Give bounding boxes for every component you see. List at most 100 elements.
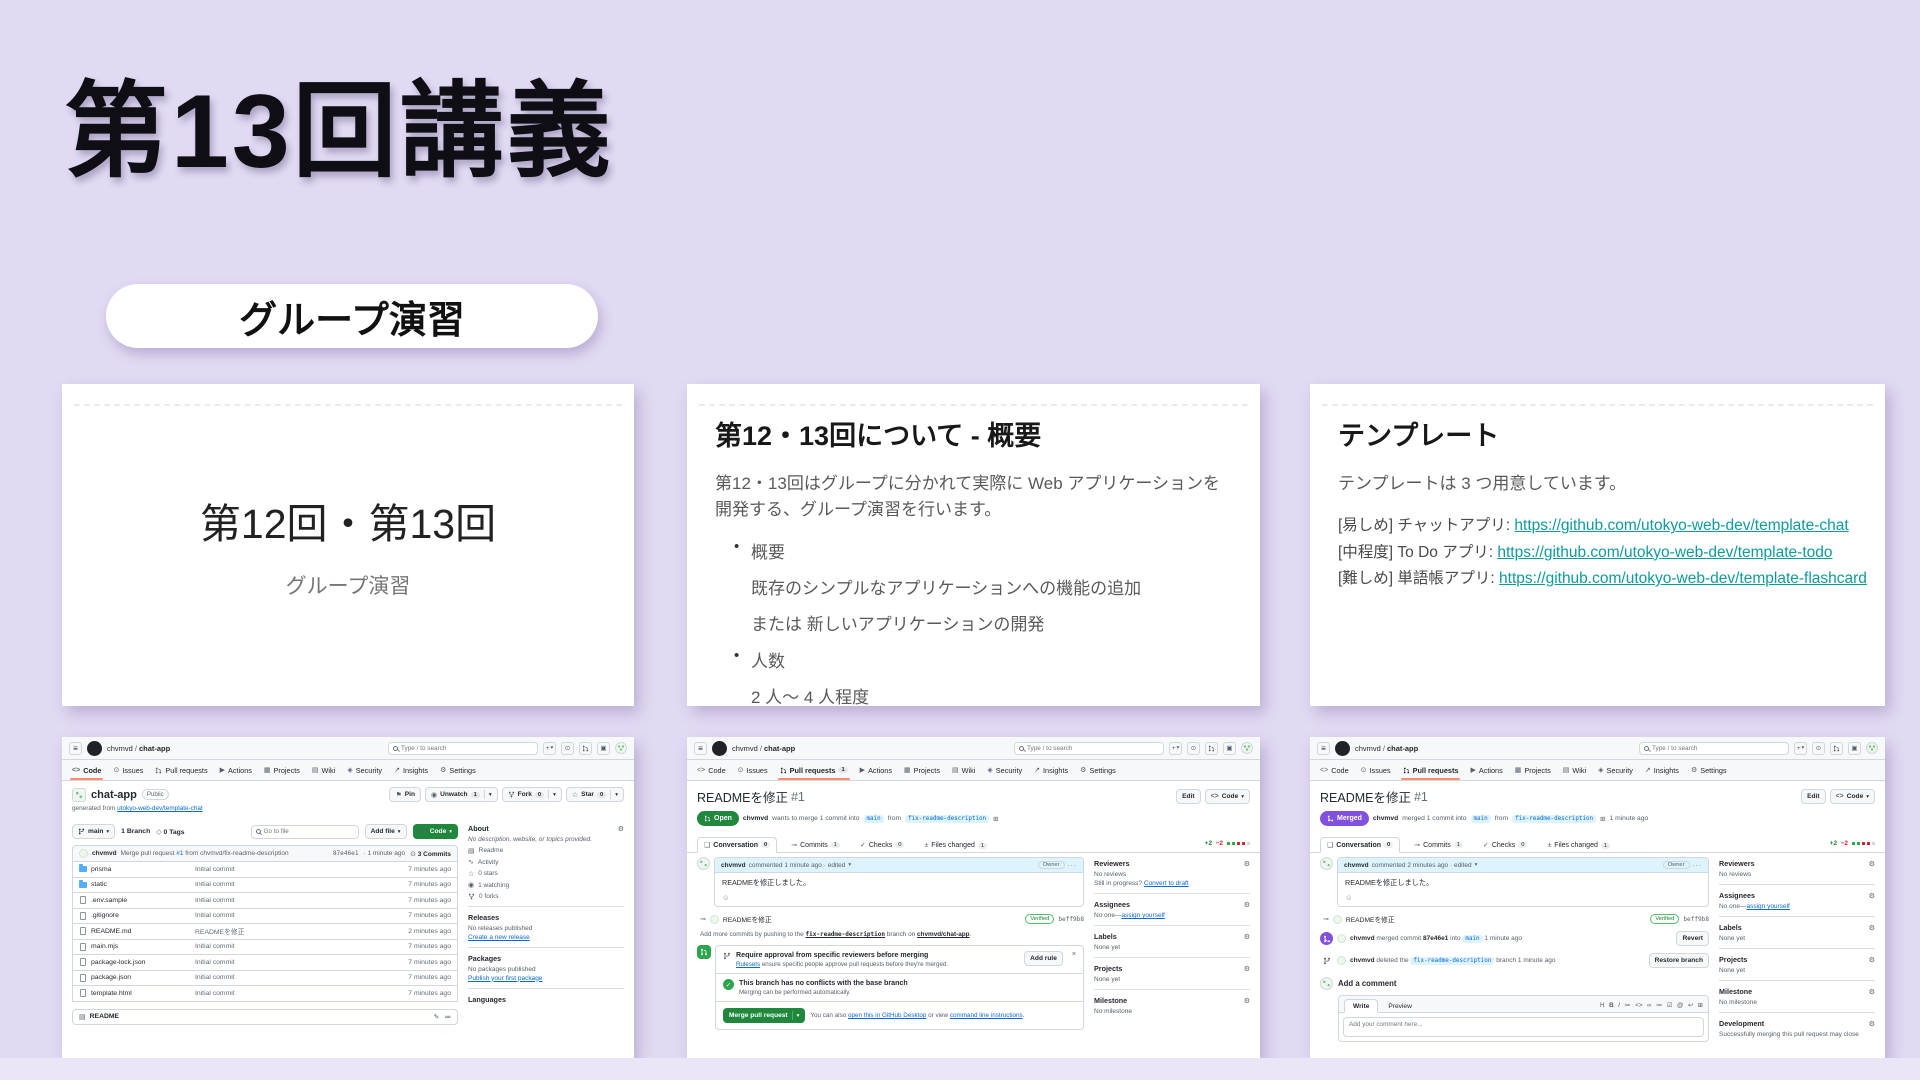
table-row[interactable]: package.jsonInitial commit7 minutes ago — [72, 971, 458, 987]
tab-issues[interactable]: ⊙Issues — [738, 760, 768, 780]
tab-commits[interactable]: ⊸Commits1 — [785, 838, 846, 852]
tab-issues[interactable]: ⊙Issues — [1361, 760, 1391, 780]
github-desktop-link[interactable]: open this in GitHub Desktop — [848, 1012, 926, 1019]
kebab-menu-icon[interactable]: ··· — [1693, 862, 1703, 869]
tab-pull-requests[interactable]: Pull requests — [155, 760, 207, 780]
code-button[interactable]: <>Code▾ — [1205, 789, 1250, 804]
hamburger-icon[interactable]: ≡ — [69, 742, 82, 755]
user-avatar[interactable] — [615, 742, 627, 754]
tab-code[interactable]: <>Code — [1320, 760, 1349, 780]
watching-link[interactable]: ◉1 watching — [468, 881, 624, 889]
code-button[interactable]: <>Code▾ — [1830, 789, 1875, 804]
unwatch-button[interactable]: ◉Unwatch1▾ — [425, 787, 498, 802]
commit-author[interactable]: chvmvd — [92, 850, 117, 857]
add-rule-button[interactable]: Add rule — [1024, 951, 1063, 966]
stars-link[interactable]: ☆0 stars — [468, 870, 624, 878]
history-link[interactable]: ⊙ 3 Commits — [410, 850, 451, 858]
head-branch-chip[interactable]: fix-readme-description — [905, 815, 989, 823]
gear-icon[interactable]: ⚙ — [1869, 892, 1875, 900]
branch-selector[interactable]: main▾ — [72, 824, 115, 839]
tab-settings[interactable]: ⚙Settings — [1691, 760, 1727, 780]
issues-icon[interactable]: ⊙ — [1812, 742, 1825, 755]
gear-icon[interactable]: ⚙ — [1869, 1020, 1875, 1028]
hamburger-icon[interactable]: ≡ — [1317, 742, 1330, 755]
gear-icon[interactable]: ⚙ — [1869, 924, 1875, 932]
github-logo-icon[interactable] — [87, 741, 102, 756]
commit-hash[interactable]: 87e46e1 — [333, 850, 359, 857]
issues-icon[interactable]: ⊙ — [561, 742, 574, 755]
tab-projects[interactable]: ▦Projects — [1515, 760, 1551, 780]
commit-message[interactable]: READMEを修正 — [1346, 914, 1395, 924]
breadcrumb[interactable]: chvmvd/chat-app — [1355, 744, 1418, 753]
breadcrumb[interactable]: chvmvd/chat-app — [107, 744, 170, 753]
tab-files-changed[interactable]: ±Files changed1 — [918, 839, 993, 852]
commit-message[interactable]: READMEを修正 — [723, 914, 772, 924]
tab-pull-requests[interactable]: Pull requests — [1403, 760, 1459, 780]
tab-wiki[interactable]: ▤Wiki — [952, 760, 975, 780]
base-branch-chip[interactable]: main — [1471, 815, 1491, 823]
verified-badge[interactable]: Verified — [1650, 914, 1679, 924]
gear-icon[interactable]: ⚙ — [618, 825, 624, 833]
gear-icon[interactable]: ⚙ — [1869, 988, 1875, 996]
tab-files-changed[interactable]: ±Files changed1 — [1541, 839, 1616, 852]
tab-wiki[interactable]: ▤Wiki — [312, 760, 335, 780]
list-icon[interactable]: ≔ — [1656, 1002, 1662, 1009]
template-source-link[interactable]: utokyo-web-dev/template-chat — [117, 805, 203, 812]
commit-hash[interactable]: beff9b8 — [1058, 916, 1084, 923]
tab-insights[interactable]: ↗Insights — [394, 760, 428, 780]
base-branch-chip[interactable]: main — [1462, 935, 1482, 943]
repo-link[interactable]: chvmvd/chat-app — [917, 931, 970, 938]
tab-conversation[interactable]: ❑Conversation0 — [1320, 837, 1400, 853]
table-row[interactable]: README.mdREADMEを修正2 minutes ago — [72, 924, 458, 940]
search-input[interactable] — [1639, 742, 1789, 755]
tab-actions[interactable]: ▶Actions — [220, 760, 252, 780]
pull-request-icon[interactable] — [1205, 742, 1218, 755]
gear-icon[interactable]: ⚙ — [1869, 860, 1875, 868]
create-release-link[interactable]: Create a new release — [468, 934, 530, 941]
kebab-menu-icon[interactable]: ··· — [1068, 862, 1078, 869]
tab-projects[interactable]: ▦Projects — [264, 760, 300, 780]
code-icon[interactable]: <> — [1635, 1002, 1642, 1009]
search-input[interactable] — [388, 742, 538, 755]
outline-icon[interactable]: ≔ — [444, 1013, 451, 1021]
tab-checks[interactable]: ✓Checks0 — [854, 838, 910, 852]
readme-link[interactable]: ▤Readme — [468, 847, 624, 855]
tab-write[interactable]: Write — [1344, 999, 1378, 1013]
link-icon[interactable]: ∞ — [1647, 1002, 1652, 1009]
comment-textarea[interactable]: Add your comment here... — [1343, 1017, 1704, 1037]
activity-link[interactable]: ∿Activity — [468, 858, 624, 866]
tab-preview[interactable]: Preview — [1380, 1000, 1419, 1012]
create-new-button[interactable]: +▾ — [1169, 742, 1182, 755]
edit-button[interactable]: Edit — [1176, 789, 1200, 804]
merge-pull-request-button[interactable]: Merge pull request▾ — [723, 1008, 805, 1023]
issues-icon[interactable]: ⊙ — [1187, 742, 1200, 755]
forks-link[interactable]: 0 forks — [468, 893, 624, 900]
head-branch-chip[interactable]: fix-readme-description — [1512, 815, 1596, 823]
comment-author[interactable]: chvmvd — [721, 862, 746, 869]
tag-count[interactable]: ◇ 0 Tags — [156, 828, 184, 836]
add-file-button[interactable]: Add file▾ — [365, 824, 407, 839]
tab-insights[interactable]: ↗Insights — [1645, 760, 1679, 780]
heading-icon[interactable]: H — [1600, 1002, 1605, 1009]
table-row[interactable]: .env.sampleInitial commit7 minutes ago — [72, 893, 458, 909]
tasklist-icon[interactable]: ☑ — [1667, 1002, 1673, 1009]
expand-icon[interactable]: ⊞ — [1698, 1002, 1703, 1009]
table-row[interactable]: prismaInitial commit7 minutes ago — [72, 862, 458, 878]
readme-section-header[interactable]: ▤README ✎≔ — [72, 1009, 458, 1025]
commit-message[interactable]: Merge pull request #1 from chvmvd/fix-re… — [121, 850, 289, 857]
tab-code[interactable]: <>Code — [72, 760, 101, 780]
branch-link[interactable]: fix-readme-description — [806, 931, 885, 938]
publish-package-link[interactable]: Publish your first package — [468, 975, 542, 982]
table-row[interactable]: main.mjsInitial commit7 minutes ago — [72, 940, 458, 956]
gear-icon[interactable]: ⚙ — [1244, 860, 1250, 868]
create-new-button[interactable]: +▾ — [543, 742, 556, 755]
template-chat-link[interactable]: https://github.com/utokyo-web-dev/templa… — [1514, 517, 1848, 534]
template-flashcard-link[interactable]: https://github.com/utokyo-web-dev/templa… — [1499, 570, 1867, 587]
revert-button[interactable]: Revert — [1676, 931, 1709, 946]
code-button[interactable]: <>Code▾ — [413, 824, 458, 839]
fork-button[interactable]: Fork0▾ — [502, 787, 562, 802]
tab-commits[interactable]: ⊸Commits1 — [1408, 838, 1469, 852]
command-line-link[interactable]: command line instructions — [950, 1012, 1023, 1019]
tab-settings[interactable]: ⚙Settings — [440, 760, 476, 780]
copy-icon[interactable]: ⊞ — [993, 815, 998, 823]
